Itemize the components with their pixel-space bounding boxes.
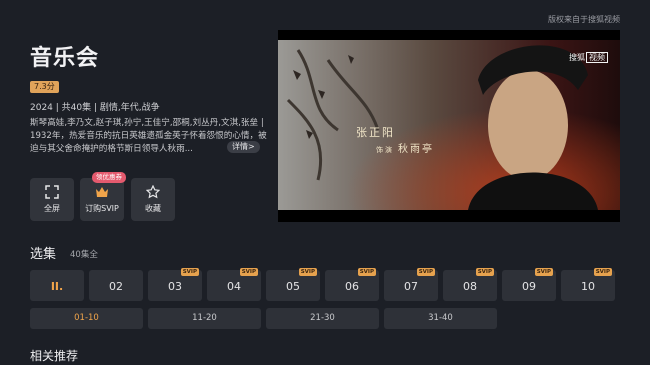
episode-06[interactable]: 06 SVIP [325, 268, 379, 301]
episode-label: 07 [404, 280, 418, 293]
page-title: 音乐会 [30, 46, 100, 71]
episode-08[interactable]: 08 SVIP [443, 268, 497, 301]
episode-label: 05 [286, 280, 300, 293]
subscribe-svip-button[interactable]: 订购SVIP [80, 178, 124, 221]
svip-badge: SVIP [239, 268, 258, 276]
episode-label: 10 [581, 280, 595, 293]
video-player[interactable]: 搜狐 视频 张正阳 饰演 秋雨亭 [278, 30, 620, 222]
episode-01-playing[interactable]: II. [30, 270, 84, 301]
watermark-brand: 搜狐 [569, 53, 585, 62]
caption-role-prefix: 饰演 [376, 146, 394, 154]
fullscreen-label: 全屏 [44, 204, 60, 213]
subscribe-svip-label: 订购SVIP [85, 204, 119, 213]
episode-label: 09 [522, 280, 536, 293]
score-badge: 7.3分 [30, 81, 59, 93]
crown-icon [96, 187, 108, 197]
svip-badge: SVIP [534, 268, 553, 276]
episode-label: 03 [168, 280, 182, 293]
episode-label: 06 [345, 280, 359, 293]
video-watermark: 搜狐 视频 [569, 52, 608, 63]
svip-badge: SVIP [416, 268, 435, 276]
favorite-label: 收藏 [145, 204, 161, 213]
watermark-box: 视频 [586, 52, 608, 63]
episode-count: 40集全 [70, 250, 98, 260]
playing-icon: II. [50, 280, 64, 293]
caption-role-name: 秋雨亭 [398, 144, 434, 155]
episode-02[interactable]: 02 [89, 270, 143, 301]
episode-label: 08 [463, 280, 477, 293]
svip-badge: SVIP [180, 268, 199, 276]
range-tab-11-20[interactable]: 11-20 [148, 308, 261, 329]
related-section-title: 相关推荐 [30, 349, 79, 363]
episode-10[interactable]: 10 SVIP [561, 268, 615, 301]
episode-07[interactable]: 07 SVIP [384, 268, 438, 301]
episode-09[interactable]: 09 SVIP [502, 268, 556, 301]
svip-badge: SVIP [475, 268, 494, 276]
favorite-button[interactable]: 收藏 [131, 178, 175, 221]
episodes-section-title: 选集 [30, 247, 57, 262]
details-button[interactable]: 详情> [227, 141, 260, 153]
episode-04[interactable]: 04 SVIP [207, 268, 261, 301]
svip-badge: SVIP [357, 268, 376, 276]
range-tab-21-30[interactable]: 21-30 [266, 308, 379, 329]
star-icon [146, 185, 160, 199]
svip-badge: SVIP [593, 268, 612, 276]
caption-actor: 张正阳 [356, 126, 395, 139]
coupon-tag: 领优惠券 [92, 172, 126, 183]
episode-05[interactable]: 05 SVIP [266, 268, 320, 301]
fullscreen-icon [45, 185, 59, 199]
svip-badge: SVIP [298, 268, 317, 276]
show-meta: 2024 | 共40集 | 剧情,年代,战争 [30, 103, 160, 113]
range-tab-31-40[interactable]: 31-40 [384, 308, 497, 329]
episode-label: 04 [227, 280, 241, 293]
caption-role: 饰演 秋雨亭 [376, 140, 434, 155]
range-tab-01-10[interactable]: 01-10 [30, 308, 143, 329]
episode-label: 02 [109, 280, 123, 293]
episode-03[interactable]: 03 SVIP [148, 268, 202, 301]
fullscreen-button[interactable]: 全屏 [30, 178, 74, 221]
copyright-notice: 版权来自于搜狐视频 [548, 15, 620, 24]
